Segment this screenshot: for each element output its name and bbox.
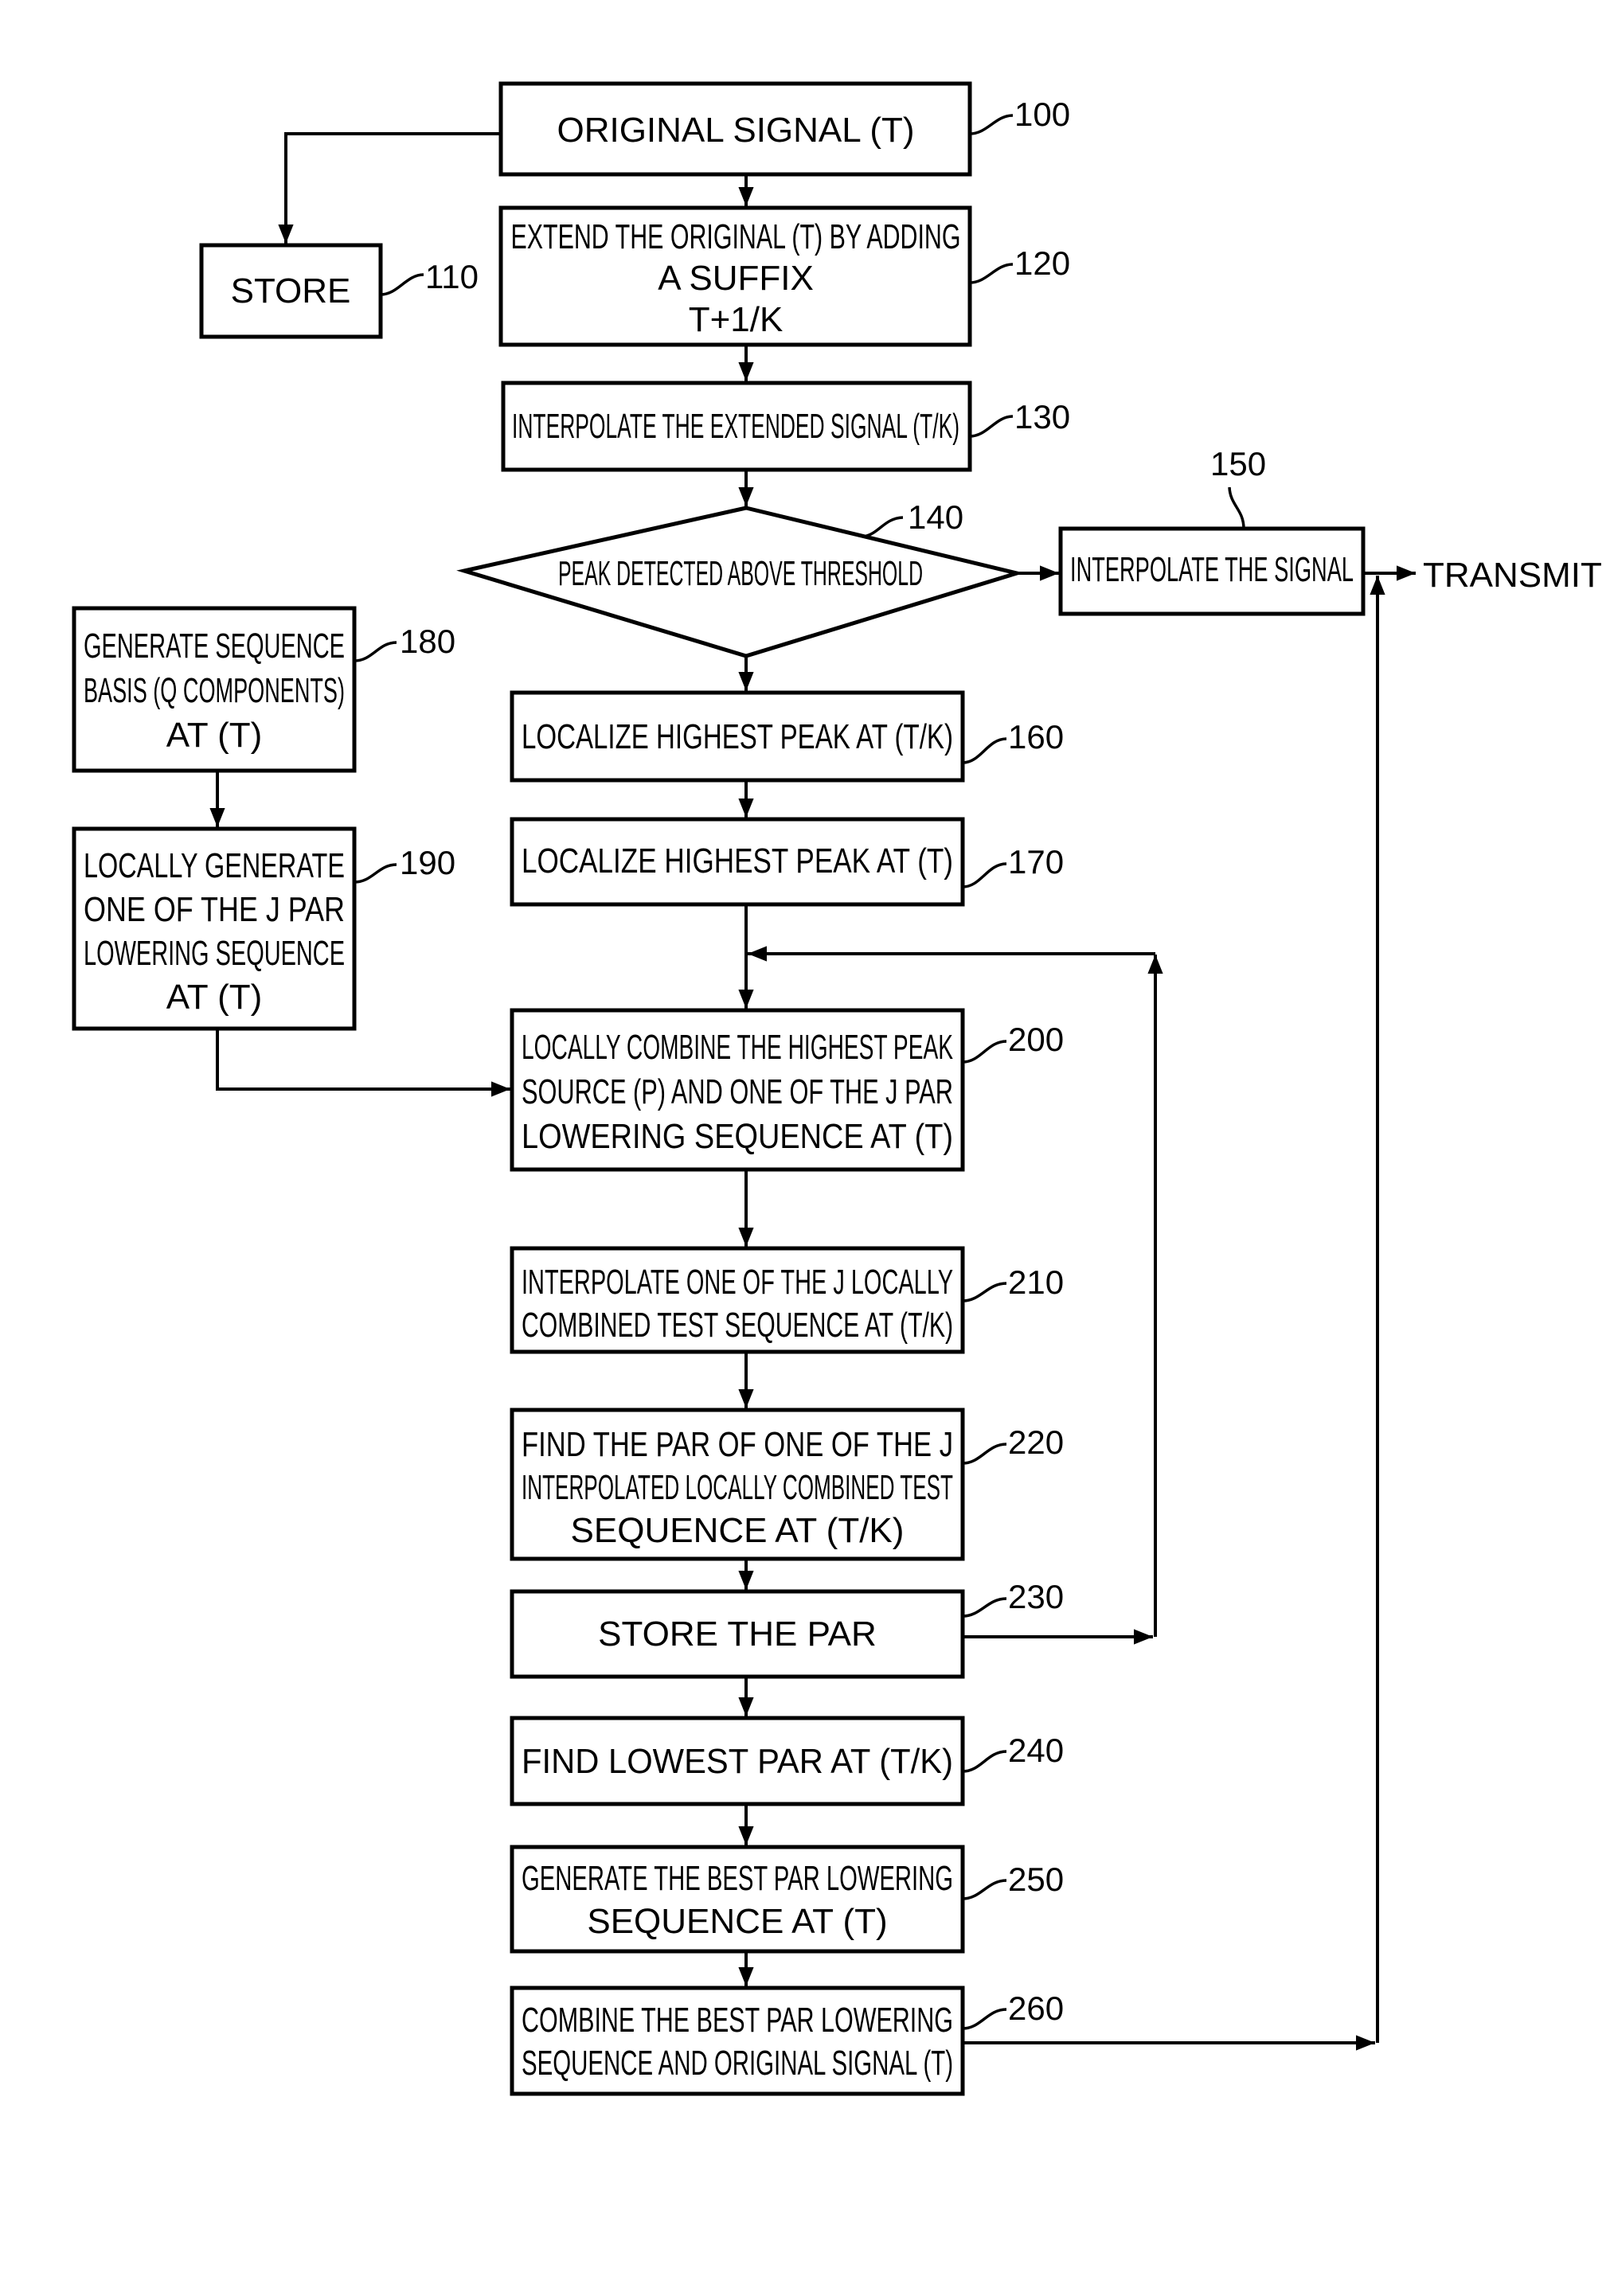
- block-200: LOCALLY COMBINE THE HIGHEST PEAK SOURCE …: [510, 1008, 965, 1172]
- block-210-text-2: COMBINED TEST SEQUENCE AT (T/K): [522, 1306, 953, 1345]
- block-220-text-1: FIND THE PAR OF ONE OF THE J: [522, 1425, 953, 1464]
- leader-240: [962, 1750, 1007, 1773]
- leader-100: [969, 114, 1014, 135]
- block-230-text: STORE THE PAR: [598, 1615, 877, 1654]
- block-140-text: PEAK DETECTED ABOVE THRESHOLD: [558, 554, 923, 593]
- block-220: FIND THE PAR OF ONE OF THE J INTERPOLATE…: [510, 1408, 965, 1561]
- block-120-text-1: EXTEND THE ORIGINAL (T) BY ADDING: [511, 217, 961, 256]
- block-260: COMBINE THE BEST PAR LOWERING SEQUENCE A…: [510, 1986, 965, 2096]
- block-180-text-2: BASIS (Q COMPONENTS): [84, 671, 345, 710]
- block-210-text-1: INTERPOLATE ONE OF THE J LOCALLY: [522, 1263, 953, 1302]
- block-100: ORIGINAL SIGNAL (T): [498, 81, 972, 177]
- leader-180: [354, 641, 397, 662]
- leader-120: [969, 263, 1014, 284]
- leader-210: [962, 1282, 1007, 1302]
- block-220-text-2: INTERPOLATED LOCALLY COMBINED TEST: [522, 1468, 953, 1507]
- leader-140: [863, 516, 904, 538]
- block-250: GENERATE THE BEST PAR LOWERING SEQUENCE …: [510, 1845, 965, 1954]
- block-190-text-1: LOCALLY GENERATE: [84, 846, 345, 885]
- leader-250: [962, 1879, 1007, 1900]
- block-260-text-2: SEQUENCE AND ORIGINAL SIGNAL (T): [522, 2044, 953, 2083]
- ref-250: 250: [1008, 1861, 1064, 1898]
- arrow-100-to-110: [278, 132, 501, 244]
- block-130: INTERPOLATE THE EXTENDED SIGNAL (T/K): [501, 381, 972, 472]
- block-210: INTERPOLATE ONE OF THE J LOCALLY COMBINE…: [510, 1246, 965, 1354]
- ref-190: 190: [400, 844, 455, 881]
- block-250-text-2: SEQUENCE AT (T): [587, 1902, 887, 1941]
- block-180-text-3: AT (T): [166, 716, 263, 755]
- block-240-text: FIND LOWEST PAR AT (T/K): [522, 1742, 953, 1781]
- block-120-text-2: A SUFFIX: [658, 259, 814, 298]
- block-200-text-1: LOCALLY COMBINE THE HIGHEST PEAK: [522, 1028, 953, 1067]
- leader-260: [962, 2008, 1007, 2030]
- ref-230: 230: [1008, 1578, 1064, 1615]
- block-220-text-3: SEQUENCE AT (T/K): [571, 1511, 905, 1550]
- ref-120: 120: [1014, 244, 1070, 282]
- block-160-text: LOCALIZE HIGHEST PEAK AT (T/K): [522, 717, 953, 756]
- leader-170: [962, 862, 1007, 888]
- leader-110: [380, 273, 424, 296]
- block-170: LOCALIZE HIGHEST PEAK AT (T): [510, 817, 965, 907]
- block-170-text: LOCALIZE HIGHEST PEAK AT (T): [522, 841, 953, 881]
- block-100-text: ORIGINAL SIGNAL (T): [557, 111, 914, 150]
- block-180-text-1: GENERATE SEQUENCE: [84, 627, 345, 666]
- leader-150: [1228, 486, 1245, 529]
- leader-220: [962, 1443, 1007, 1465]
- block-240: FIND LOWEST PAR AT (T/K): [510, 1716, 965, 1806]
- block-110: STORE: [199, 243, 383, 339]
- leader-190: [354, 863, 397, 884]
- leader-130: [969, 415, 1014, 438]
- block-200-text-3: LOWERING SEQUENCE AT (T): [522, 1117, 953, 1156]
- flowchart: ORIGINAL SIGNAL (T) STORE EXTEND THE ORI…: [72, 81, 1602, 2096]
- ref-260: 260: [1008, 1989, 1064, 2027]
- block-180: GENERATE SEQUENCE BASIS (Q COMPONENTS) A…: [72, 606, 357, 773]
- transmit-label: TRANSMIT: [1423, 556, 1602, 595]
- ref-210: 210: [1008, 1263, 1064, 1301]
- ref-150: 150: [1210, 445, 1266, 482]
- block-260-text-1: COMBINE THE BEST PAR LOWERING: [522, 2001, 953, 2040]
- block-110-text: STORE: [231, 271, 351, 310]
- block-120-text-3: T+1/K: [689, 300, 784, 339]
- block-130-text: INTERPOLATE THE EXTENDED SIGNAL (T/K): [512, 407, 959, 446]
- block-160: LOCALIZE HIGHEST PEAK AT (T/K): [510, 690, 965, 783]
- ref-140: 140: [908, 498, 963, 536]
- leader-160: [962, 737, 1007, 764]
- block-150: INTERPOLATE THE SIGNAL: [1058, 526, 1366, 616]
- ref-200: 200: [1008, 1021, 1064, 1058]
- ref-110: 110: [425, 258, 479, 295]
- leader-230: [962, 1597, 1007, 1618]
- ref-100: 100: [1014, 96, 1070, 133]
- block-190-text-3: LOWERING SEQUENCE: [84, 934, 345, 973]
- block-190-text-2: ONE OF THE J PAR: [84, 890, 345, 929]
- block-120: EXTEND THE ORIGINAL (T) BY ADDING A SUFF…: [498, 205, 972, 347]
- ref-170: 170: [1008, 843, 1064, 881]
- ref-220: 220: [1008, 1423, 1064, 1461]
- block-190: LOCALLY GENERATE ONE OF THE J PAR LOWERI…: [72, 826, 357, 1031]
- block-200-text-2: SOURCE (P) AND ONE OF THE J PAR: [522, 1072, 953, 1111]
- ref-240: 240: [1008, 1732, 1064, 1769]
- arrow-190-to-200: [216, 1029, 510, 1097]
- block-230: STORE THE PAR: [510, 1589, 965, 1679]
- ref-180: 180: [400, 623, 455, 660]
- ref-160: 160: [1008, 718, 1064, 756]
- block-190-text-4: AT (T): [166, 978, 263, 1017]
- ref-130: 130: [1014, 398, 1070, 435]
- leader-200: [962, 1040, 1007, 1064]
- block-150-text: INTERPOLATE THE SIGNAL: [1070, 550, 1354, 589]
- block-250-text-1: GENERATE THE BEST PAR LOWERING: [522, 1859, 953, 1898]
